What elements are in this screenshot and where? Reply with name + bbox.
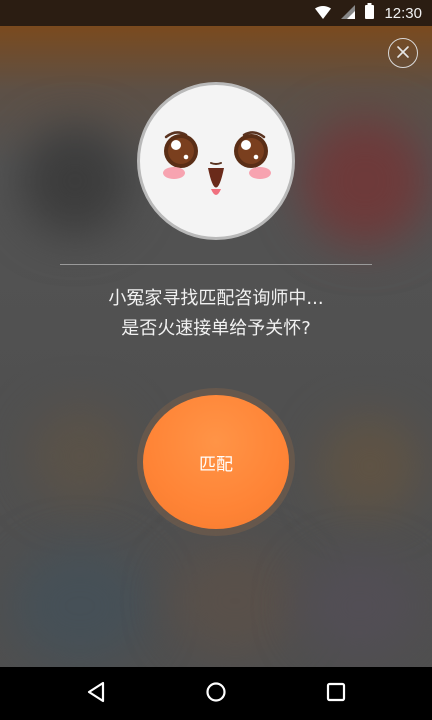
status-time: 12:30 [384, 4, 422, 22]
signal-icon [341, 4, 356, 23]
match-message: 小冤家寻找匹配咨询师中... 是否火速接单给予关怀? [0, 284, 432, 344]
match-button[interactable]: 匹配 [143, 395, 289, 529]
match-button-label: 匹配 [199, 454, 233, 475]
cute-face-icon [163, 131, 271, 195]
recents-button[interactable] [306, 667, 366, 720]
blur-shape [300, 116, 430, 246]
battery-icon [365, 3, 375, 23]
message-line-2: 是否火速接单给予关怀? [121, 318, 311, 339]
divider [60, 264, 372, 265]
home-button[interactable] [186, 667, 246, 720]
blur-shape [30, 406, 130, 506]
blur-shape [170, 546, 300, 656]
status-bar: 12:30 [0, 0, 432, 26]
recents-icon [325, 681, 347, 707]
navigation-bar [0, 667, 432, 720]
blur-shape [300, 556, 420, 656]
back-button[interactable] [66, 667, 126, 720]
message-line-1: 小冤家寻找匹配咨询师中... [108, 288, 324, 309]
blur-shape [20, 126, 130, 236]
blur-shape [10, 546, 150, 666]
close-button[interactable] [388, 38, 418, 68]
close-icon [396, 44, 410, 63]
back-icon [85, 681, 107, 707]
home-icon [205, 681, 227, 707]
blur-shape [320, 416, 420, 516]
wifi-icon [315, 4, 332, 23]
mascot-avatar [137, 82, 295, 240]
